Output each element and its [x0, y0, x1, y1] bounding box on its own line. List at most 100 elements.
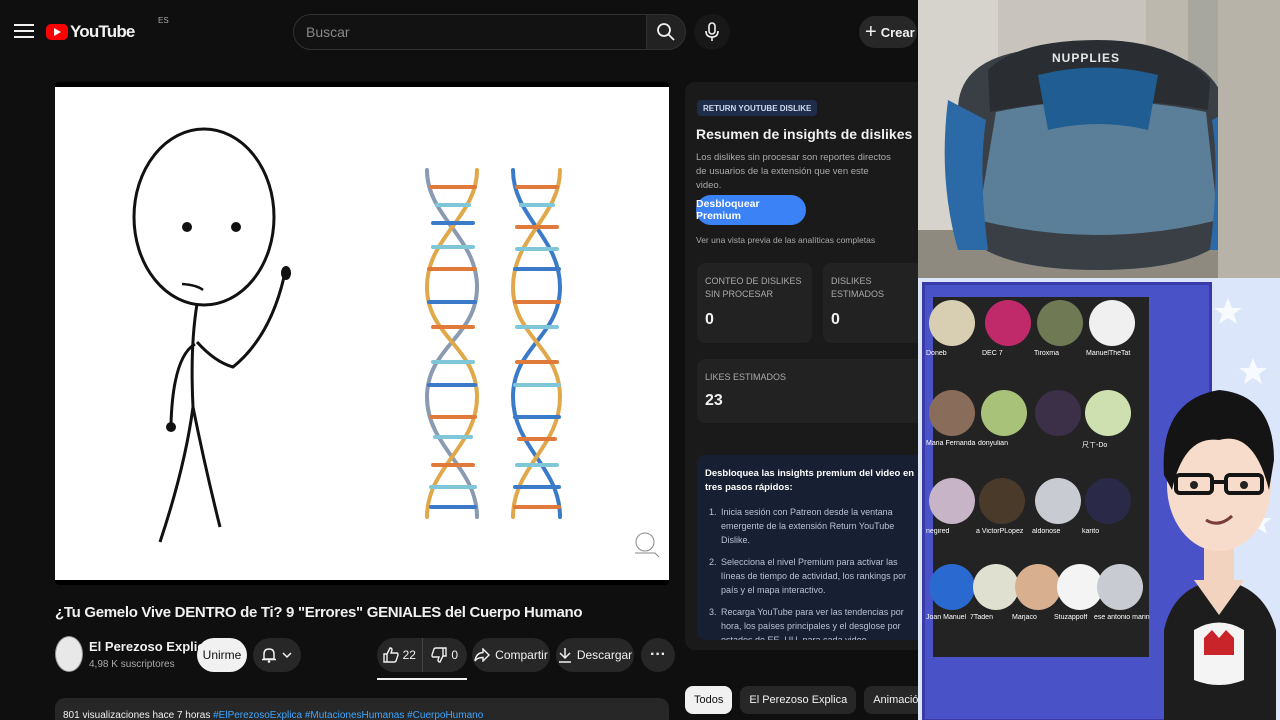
step-item: Selecciona el nivel Premium para activar… [719, 555, 918, 597]
premium-steps-box: Desbloquea las insights premium del vide… [697, 455, 918, 640]
member-card: Maria Fernanda [926, 386, 978, 456]
chip-animation[interactable]: Animación [864, 686, 918, 714]
webcam-feed: NUPPLIES [918, 0, 1280, 278]
stat-value: 0 [705, 311, 714, 328]
description-tags[interactable]: #ElPerezosoExplica #MutacionesHumanas #C… [213, 710, 483, 720]
member-card: donyulian [978, 386, 1030, 456]
video-player[interactable] [55, 82, 669, 585]
member-name: Doneb [926, 350, 947, 357]
stream-overlay: Doneb DEC 7 Tiroxma ManuelTheTat Maria F… [918, 278, 1280, 720]
step-item: Inicia sesión con Patreon desde la venta… [719, 505, 918, 547]
subscriber-count: 4,98 K suscriptores [89, 659, 175, 670]
youtube-window: YouTube ES Buscar + Crear ¿Tu Gemelo Viv… [0, 0, 918, 720]
bell-icon [262, 648, 276, 663]
member-card: karito [1082, 474, 1134, 544]
description-box[interactable]: 801 visualizaciones hace 7 horas #ElPere… [55, 698, 669, 720]
related-filter-chips: Todos El Perezoso Explica Animación Re [685, 686, 918, 714]
chip-all[interactable]: Todos [685, 686, 733, 714]
member-name: Maria Fernanda [926, 440, 976, 447]
dislike-count: 0 [451, 648, 459, 662]
stat-label: CONTEO DE DISLIKES SIN PROCESAR [705, 276, 802, 299]
thumbs-up-icon [382, 647, 399, 663]
download-button[interactable]: Descargar [556, 638, 634, 672]
member-avatar [985, 300, 1031, 346]
top-bar: YouTube ES Buscar + Crear [0, 0, 918, 64]
member-name: Tiroxma [1034, 350, 1060, 357]
video-frame [55, 87, 669, 580]
svg-text:NUPPLIES: NUPPLIES [1052, 51, 1120, 65]
plus-icon: + [865, 20, 877, 43]
share-icon [474, 648, 491, 662]
more-actions-button[interactable]: ··· [641, 638, 675, 672]
member-avatar [1037, 300, 1083, 346]
member-name: donyulian [978, 440, 1008, 447]
stat-label: LIKES ESTIMADOS [705, 372, 787, 382]
stat-label: DISLIKES ESTIMADOS [831, 276, 885, 299]
description-meta: 801 visualizaciones hace 7 horas [63, 710, 211, 720]
chevron-down-icon [282, 652, 292, 659]
member-name: a VictorPLopez [976, 528, 1024, 535]
youtube-logo[interactable]: YouTube ES [46, 16, 169, 44]
step-item: Recarga YouTube para ver las tendencias … [719, 605, 918, 640]
search-button[interactable] [646, 14, 686, 50]
estimated-likes-stat: LIKES ESTIMADOS 23 [697, 359, 918, 423]
video-title: ¿Tu Gemelo Vive DENTRO de Ti? 9 "Errores… [55, 604, 583, 621]
preview-analytics-link[interactable]: Ver una vista previa de las analíticas c… [696, 235, 875, 245]
unlock-premium-button[interactable]: Desbloquear Premium [696, 195, 806, 225]
like-button[interactable]: 22 [377, 638, 422, 672]
stat-value: 0 [831, 311, 840, 328]
member-card: Doneb [926, 296, 978, 366]
like-count: 22 [402, 648, 416, 662]
member-name: ManuelTheTat [1086, 350, 1131, 357]
member-avatar [929, 300, 975, 346]
chip-channel[interactable]: El Perezoso Explica [740, 686, 857, 714]
member-avatar [929, 390, 975, 436]
member-avatar [929, 478, 975, 524]
member-name: ese antonio marin [1094, 614, 1150, 621]
member-avatar [929, 564, 975, 610]
ryd-subtitle: Los dislikes sin procesar son reportes d… [696, 152, 891, 191]
video-illustration [132, 127, 660, 558]
member-avatar [1035, 478, 1081, 524]
menu-icon[interactable] [14, 20, 34, 44]
channel-watermark-icon [635, 532, 660, 558]
member-avatar [1097, 564, 1143, 610]
steps-title: Desbloquea las insights premium del vide… [705, 468, 915, 493]
member-avatar [1089, 300, 1135, 346]
logo-text: YouTube [70, 22, 135, 41]
member-avatar [979, 478, 1025, 524]
member-name: 尺ㄒ-Do [1082, 442, 1108, 449]
microphone-icon [705, 22, 719, 41]
estimated-dislikes-stat: DISLIKES ESTIMADOS 0 [823, 263, 918, 343]
member-name: karito [1082, 528, 1100, 535]
streamer-avatar [1163, 390, 1276, 720]
dislike-button[interactable]: 0 [421, 638, 468, 672]
create-button[interactable]: + Crear [859, 16, 917, 48]
more-icon: ··· [650, 646, 666, 663]
member-avatar [1085, 478, 1131, 524]
share-button[interactable]: Compartir [472, 638, 550, 672]
member-card: DEC 7 [982, 296, 1034, 366]
like-dislike-group: 22 0 [377, 638, 467, 672]
member-card: a VictorPLopez [976, 474, 1028, 544]
join-button[interactable]: Unirme [197, 638, 247, 672]
member-card: aldonose [1032, 474, 1084, 544]
member-avatar [981, 390, 1027, 436]
member-card: ese antonio marin [1094, 560, 1150, 630]
like-ratio-bar [377, 678, 467, 680]
channel-avatar[interactable] [55, 636, 83, 672]
notifications-button[interactable] [253, 638, 301, 672]
channel-name[interactable]: El Perezoso Explica [89, 639, 212, 654]
member-avatar [1085, 390, 1131, 436]
youtube-play-icon [46, 24, 68, 40]
ryd-title: Resumen de insights de dislikes [696, 126, 913, 142]
create-label: Crear [880, 24, 915, 40]
stat-value: 23 [705, 392, 723, 409]
ryd-panel: RETURN YOUTUBE DISLIKE Resumen de insigh… [685, 82, 918, 650]
search-input[interactable]: Buscar [293, 14, 647, 50]
download-label: Descargar [576, 648, 633, 662]
download-icon [558, 648, 571, 663]
raw-dislikes-stat: CONTEO DE DISLIKES SIN PROCESAR 0 [697, 263, 812, 343]
member-card: Tiroxma [1034, 296, 1086, 366]
voice-search-button[interactable] [694, 14, 730, 50]
